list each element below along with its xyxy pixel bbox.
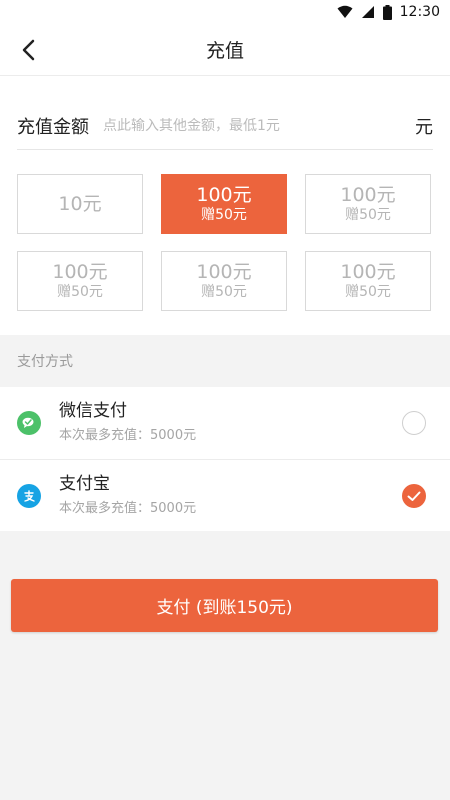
amount-option[interactable]: 100元 赠50元 xyxy=(161,251,287,311)
option-amount: 100元 xyxy=(196,184,252,206)
radio-button[interactable] xyxy=(402,411,426,435)
option-bonus: 赠50元 xyxy=(345,284,391,300)
option-bonus: 赠50元 xyxy=(57,284,103,300)
option-amount: 10元 xyxy=(58,193,102,215)
amount-option[interactable]: 100元 赠50元 xyxy=(305,174,431,234)
wifi-icon xyxy=(337,5,353,19)
option-amount: 100元 xyxy=(196,261,252,283)
option-amount: 100元 xyxy=(52,261,108,283)
amount-option[interactable]: 10元 xyxy=(17,174,143,234)
pay-button[interactable]: 支付 (到账150元) xyxy=(11,579,438,632)
signal-icon xyxy=(361,5,375,19)
payment-section-label: 支付方式 xyxy=(0,335,450,387)
amount-option[interactable]: 100元 赠50元 xyxy=(17,251,143,311)
status-bar: 12:30 xyxy=(0,0,450,24)
page-title: 充值 xyxy=(205,40,244,62)
amount-label: 充值金额 xyxy=(17,116,89,138)
alipay-icon xyxy=(17,483,41,508)
battery-icon xyxy=(382,4,392,20)
back-button[interactable] xyxy=(14,36,42,64)
chevron-left-icon xyxy=(22,39,35,61)
option-bonus: 赠50元 xyxy=(201,207,247,223)
option-amount: 100元 xyxy=(340,184,396,206)
payment-limit: 本次最多充值：5000元 xyxy=(59,428,197,443)
wechat-icon xyxy=(17,411,41,435)
amount-row: 充值金额 元 xyxy=(17,76,433,150)
option-amount: 100元 xyxy=(340,261,396,283)
amount-card: 充值金额 元 10元 100元 赠50元 100元 赠50元 100元 赠50元… xyxy=(0,76,450,335)
option-bonus: 赠50元 xyxy=(345,207,391,223)
check-icon xyxy=(407,491,421,501)
payment-limit: 本次最多充值：5000元 xyxy=(59,500,197,516)
amount-option[interactable]: 100元 赠50元 xyxy=(161,174,287,234)
amount-input[interactable] xyxy=(103,117,409,134)
amount-options: 10元 100元 赠50元 100元 赠50元 100元 赠50元 100元 赠… xyxy=(17,174,433,311)
payment-method-alipay[interactable]: 支付宝 本次最多充值：5000元 xyxy=(0,459,450,531)
payment-name: 微信支付 xyxy=(59,401,127,421)
amount-unit: 元 xyxy=(415,116,433,138)
payment-name: 支付宝 xyxy=(59,473,110,494)
radio-button-checked[interactable] xyxy=(402,484,426,508)
amount-option[interactable]: 100元 赠50元 xyxy=(305,251,431,311)
status-time: 12:30 xyxy=(399,4,440,20)
option-bonus: 赠50元 xyxy=(201,284,247,300)
payment-method-wechat[interactable]: 微信支付 本次最多充值：5000元 xyxy=(0,387,450,459)
nav-bar: 充值 xyxy=(0,24,450,76)
